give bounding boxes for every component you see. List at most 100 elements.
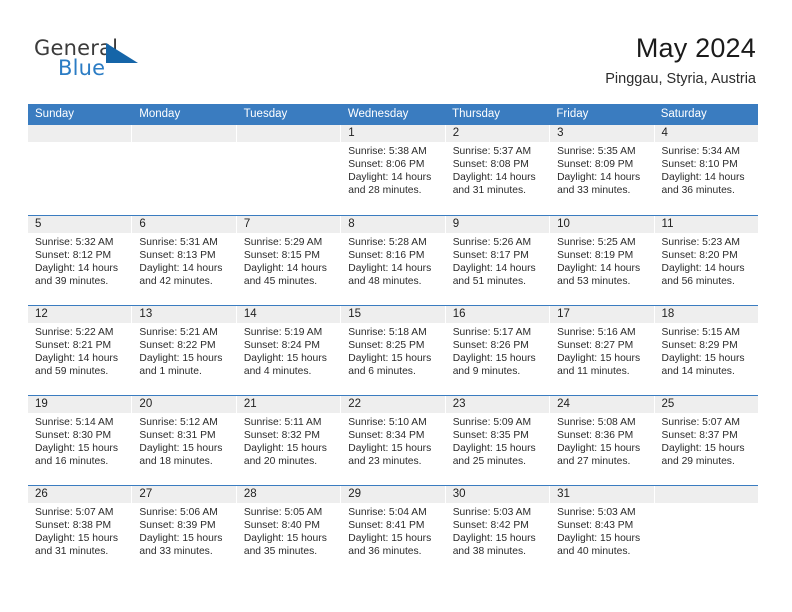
day-number: 19 bbox=[28, 396, 132, 413]
day-cell-22[interactable]: 22 Sunrise: 5:10 AM Sunset: 8:34 PM Dayligh… bbox=[341, 396, 446, 485]
day-cell-7[interactable]: 7 Sunrise: 5:29 AM Sunset: 8:15 PM Daylight… bbox=[236, 216, 342, 305]
daylight-text-cont: and 9 minutes. bbox=[452, 365, 521, 377]
day-cell-27[interactable]: 27 Sunrise: 5:06 AM Sunset: 8:39 PM Dayligh… bbox=[132, 486, 237, 575]
daylight-text: Daylight: 15 hours bbox=[557, 442, 641, 454]
daylight-text-cont: and 28 minutes. bbox=[348, 184, 422, 196]
day-cell-18[interactable]: 18 Sunrise: 5:15 AM Sunset: 8:29 PM Dayligh… bbox=[654, 306, 758, 395]
sunset-text: Sunset: 8:36 PM bbox=[557, 429, 634, 441]
day-number: 12 bbox=[28, 306, 132, 323]
sunrise-text: Sunrise: 5:10 AM bbox=[348, 417, 427, 428]
day-cell-21[interactable]: 21 Sunrise: 5:11 AM Sunset: 8:32 PM Dayligh… bbox=[236, 396, 342, 485]
daylight-text: Daylight: 15 hours bbox=[452, 442, 536, 454]
day-cell-31[interactable]: 31 Sunrise: 5:03 AM Sunset: 8:43 PM Dayligh… bbox=[550, 486, 655, 575]
sunset-text: Sunset: 8:10 PM bbox=[661, 158, 738, 170]
calendar-page: General Blue May 2024 Pinggau, Styria, A… bbox=[0, 0, 792, 612]
daylight-text-cont: and 18 minutes. bbox=[139, 455, 213, 467]
day-cell-20[interactable]: 20 Sunrise: 5:12 AM Sunset: 8:31 PM Dayligh… bbox=[132, 396, 237, 485]
day-cell-body: Sunrise: 5:32 AM Sunset: 8:12 PM Daylight:… bbox=[28, 233, 131, 289]
day-cell-28[interactable]: 28 Sunrise: 5:05 AM Sunset: 8:40 PM Dayligh… bbox=[236, 486, 342, 575]
day-number: 7 bbox=[236, 216, 341, 233]
sunrise-text: Sunrise: 5:11 AM bbox=[243, 417, 322, 428]
day-number: 13 bbox=[132, 306, 236, 323]
day-cell-10[interactable]: 10 Sunrise: 5:25 AM Sunset: 8:19 PM Dayligh… bbox=[550, 216, 655, 305]
weekday-header-thursday: Thursday bbox=[452, 108, 501, 120]
calendar-week-row: 26 Sunrise: 5:07 AM Sunset: 8:38 PM Dayligh… bbox=[28, 485, 758, 575]
daylight-text-cont: and 35 minutes. bbox=[243, 545, 318, 557]
day-cell-body: Sunrise: 5:22 AM Sunset: 8:21 PM Daylight:… bbox=[28, 323, 131, 379]
day-cell-2[interactable]: 2 Sunrise: 5:37 AM Sunset: 8:08 PM Daylight… bbox=[445, 125, 551, 215]
daylight-text: Daylight: 14 hours bbox=[35, 352, 118, 364]
day-number: 9 bbox=[445, 216, 550, 233]
day-cell-29[interactable]: 29 Sunrise: 5:04 AM Sunset: 8:41 PM Dayligh… bbox=[341, 486, 446, 575]
calendar-grid: Sunday Monday Tuesday Wednesday Thursday Frid… bbox=[28, 104, 758, 575]
day-cell-body: Sunrise: 5:11 AM Sunset: 8:32 PM Daylight:… bbox=[237, 413, 340, 469]
day-cell-24[interactable]: 24 Sunrise: 5:08 AM Sunset: 8:36 PM Dayligh… bbox=[550, 396, 655, 485]
sunrise-text: Sunrise: 5:21 AM bbox=[139, 327, 218, 338]
daylight-text-cont: and 36 minutes. bbox=[661, 184, 735, 196]
daylight-text: Daylight: 15 hours bbox=[35, 442, 118, 454]
day-cell-23[interactable]: 23 Sunrise: 5:09 AM Sunset: 8:35 PM Dayligh… bbox=[445, 396, 551, 485]
day-cell-1[interactable]: 1 Sunrise: 5:38 AM Sunset: 8:06 PM Daylight… bbox=[341, 125, 446, 215]
day-cell-14[interactable]: 14 Sunrise: 5:19 AM Sunset: 8:24 PM Dayligh… bbox=[236, 306, 342, 395]
weekday-header-wednesday: Wednesday bbox=[347, 108, 409, 120]
day-cell-12[interactable]: 12 Sunrise: 5:22 AM Sunset: 8:21 PM Dayligh… bbox=[28, 306, 133, 395]
daylight-text: Daylight: 15 hours bbox=[452, 352, 536, 364]
day-cell-19[interactable]: 19 Sunrise: 5:14 AM Sunset: 8:30 PM Dayligh… bbox=[28, 396, 133, 485]
day-cell-empty bbox=[28, 125, 133, 215]
day-cell-body: Sunrise: 5:25 AM Sunset: 8:19 PM Daylight:… bbox=[550, 233, 653, 289]
day-cell-17[interactable]: 17 Sunrise: 5:16 AM Sunset: 8:27 PM Dayligh… bbox=[550, 306, 655, 395]
daylight-text-cont: and 4 minutes. bbox=[243, 365, 312, 377]
brand-logo[interactable]: General Blue bbox=[34, 36, 164, 84]
day-cell-body: Sunrise: 5:04 AM Sunset: 8:41 PM Daylight:… bbox=[341, 503, 444, 559]
day-cell-8[interactable]: 8 Sunrise: 5:28 AM Sunset: 8:16 PM Daylight… bbox=[341, 216, 446, 305]
day-cell-body: Sunrise: 5:38 AM Sunset: 8:06 PM Daylight:… bbox=[341, 142, 444, 198]
day-cell-body: Sunrise: 5:28 AM Sunset: 8:16 PM Daylight:… bbox=[341, 233, 444, 289]
sunrise-text: Sunrise: 5:14 AM bbox=[35, 417, 114, 428]
sunset-text: Sunset: 8:12 PM bbox=[35, 249, 112, 261]
daylight-text-cont: and 14 minutes. bbox=[661, 365, 735, 377]
daylight-text-cont: and 42 minutes. bbox=[139, 275, 213, 287]
day-cell-25[interactable]: 25 Sunrise: 5:07 AM Sunset: 8:37 PM Dayligh… bbox=[654, 396, 758, 485]
day-cell-13[interactable]: 13 Sunrise: 5:21 AM Sunset: 8:22 PM Dayligh… bbox=[132, 306, 237, 395]
day-cell-body: Sunrise: 5:08 AM Sunset: 8:36 PM Daylight:… bbox=[550, 413, 653, 469]
day-cell-15[interactable]: 15 Sunrise: 5:18 AM Sunset: 8:25 PM Dayligh… bbox=[341, 306, 446, 395]
daylight-text: Daylight: 14 hours bbox=[557, 171, 641, 183]
sunset-text: Sunset: 8:38 PM bbox=[35, 519, 112, 531]
day-cell-body bbox=[132, 142, 235, 146]
weekday-header-sunday: Sunday bbox=[35, 108, 75, 120]
day-cell-body: Sunrise: 5:05 AM Sunset: 8:40 PM Daylight:… bbox=[237, 503, 340, 559]
day-cell-9[interactable]: 9 Sunrise: 5:26 AM Sunset: 8:17 PM Daylight… bbox=[445, 216, 551, 305]
sunrise-text: Sunrise: 5:03 AM bbox=[452, 507, 532, 518]
day-number: 2 bbox=[445, 125, 550, 142]
day-cell-4[interactable]: 4 Sunrise: 5:34 AM Sunset: 8:10 PM Daylight… bbox=[654, 125, 758, 215]
daylight-text: Daylight: 15 hours bbox=[661, 352, 745, 364]
day-cell-3[interactable]: 3 Sunrise: 5:35 AM Sunset: 8:09 PM Daylight… bbox=[550, 125, 655, 215]
daylight-text: Daylight: 15 hours bbox=[243, 442, 327, 454]
day-cell-6[interactable]: 6 Sunrise: 5:31 AM Sunset: 8:13 PM Daylight… bbox=[132, 216, 237, 305]
day-number: 4 bbox=[654, 125, 758, 142]
sunset-text: Sunset: 8:41 PM bbox=[348, 519, 425, 531]
calendar-weeks: 1 Sunrise: 5:38 AM Sunset: 8:06 PM Daylight… bbox=[28, 125, 758, 575]
day-cell-26[interactable]: 26 Sunrise: 5:07 AM Sunset: 8:38 PM Dayligh… bbox=[28, 486, 133, 575]
day-cell-5[interactable]: 5 Sunrise: 5:32 AM Sunset: 8:12 PM Daylight… bbox=[28, 216, 133, 305]
sunset-text: Sunset: 8:24 PM bbox=[243, 339, 320, 351]
title-block: May 2024 Pinggau, Styria, Austria bbox=[605, 32, 756, 88]
daylight-text: Daylight: 15 hours bbox=[243, 352, 327, 364]
day-number: 24 bbox=[550, 396, 654, 413]
daylight-text-cont: and 56 minutes. bbox=[661, 275, 735, 287]
sunset-text: Sunset: 8:27 PM bbox=[557, 339, 634, 351]
sunset-text: Sunset: 8:06 PM bbox=[348, 158, 425, 170]
day-cell-16[interactable]: 16 Sunrise: 5:17 AM Sunset: 8:26 PM Dayligh… bbox=[445, 306, 551, 395]
sunset-text: Sunset: 8:30 PM bbox=[35, 429, 112, 441]
sunrise-text: Sunrise: 5:35 AM bbox=[557, 146, 636, 157]
page-header: General Blue May 2024 Pinggau, Styria, A… bbox=[0, 0, 792, 96]
day-cell-11[interactable]: 11 Sunrise: 5:23 AM Sunset: 8:20 PM Dayligh… bbox=[654, 216, 758, 305]
sunset-text: Sunset: 8:29 PM bbox=[661, 339, 738, 351]
sunset-text: Sunset: 8:16 PM bbox=[348, 249, 425, 261]
day-cell-body bbox=[28, 142, 131, 146]
weekday-header-saturday: Saturday bbox=[660, 108, 707, 120]
sunrise-text: Sunrise: 5:18 AM bbox=[348, 327, 427, 338]
weekday-header-row: Sunday Monday Tuesday Wednesday Thursday Frid… bbox=[28, 104, 758, 125]
day-cell-30[interactable]: 30 Sunrise: 5:03 AM Sunset: 8:42 PM Dayligh… bbox=[445, 486, 551, 575]
daylight-text: Daylight: 14 hours bbox=[139, 262, 223, 274]
